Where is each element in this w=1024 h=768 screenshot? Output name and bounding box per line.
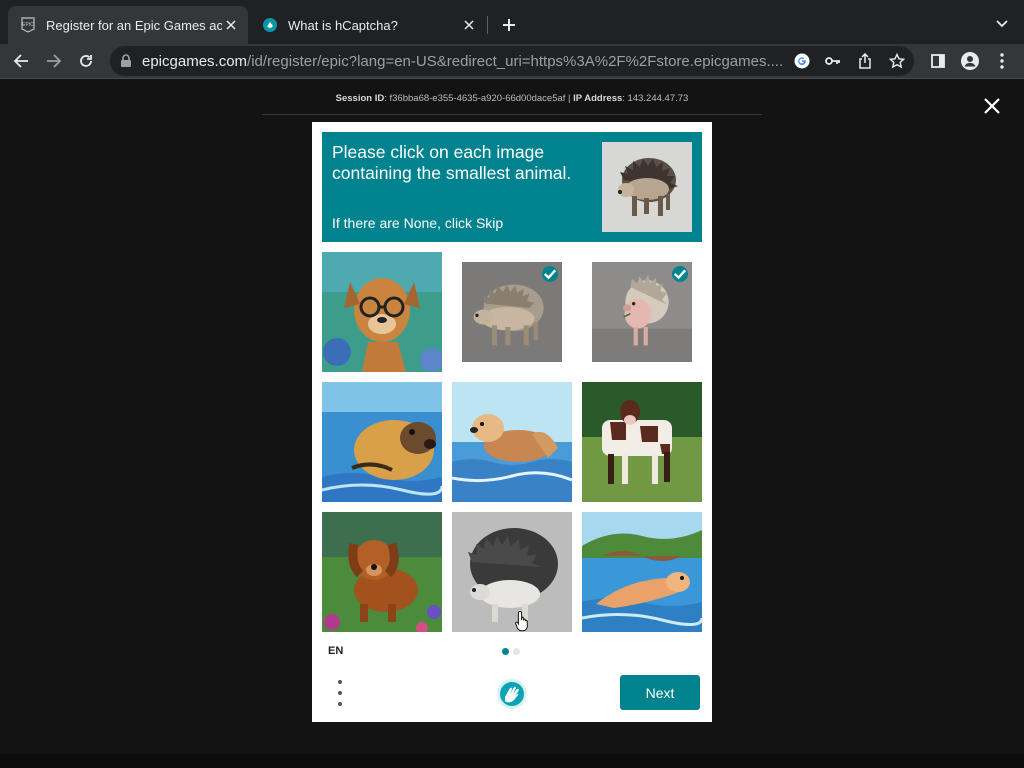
tab-what-is-hcaptcha[interactable]: What is hCaptcha? <box>250 6 486 44</box>
challenge-prompt: Please click on each image containing th… <box>322 132 702 242</box>
grid-image-cow-in-field[interactable] <box>582 382 702 502</box>
grid-image-dog-with-glasses[interactable] <box>322 252 442 372</box>
url-path: /id/register/epic?lang=en-US&redirect_ur… <box>247 53 784 70</box>
hand-cursor-icon <box>515 610 531 632</box>
hcaptcha-logo-icon[interactable] <box>495 677 529 711</box>
tab-divider <box>487 16 488 34</box>
next-button[interactable]: Next <box>620 675 700 710</box>
session-info: Session ID: f36bba68-e355-4635-a920-66d0… <box>0 93 1024 104</box>
selected-check-icon <box>542 266 558 282</box>
hcaptcha-icon <box>262 17 278 33</box>
epic-games-icon: EPIC <box>20 17 36 33</box>
grid-image-seal-swimming[interactable] <box>322 382 442 502</box>
page-indicator <box>502 648 526 656</box>
session-separator: | <box>565 93 574 104</box>
close-icon[interactable] <box>981 95 1003 117</box>
prompt-hint: If there are None, click Skip <box>332 215 504 231</box>
prompt-text: Please click on each image containing th… <box>332 142 572 183</box>
page-dot <box>513 648 520 655</box>
back-arrow-icon[interactable] <box>9 49 33 73</box>
page-content: Session ID: f36bba68-e355-4635-a920-66d0… <box>0 79 1024 768</box>
grid-image-hedgehog-standing[interactable] <box>582 252 702 372</box>
more-options-icon[interactable] <box>332 680 348 706</box>
tab-title: Register for an Epic Games account <box>46 17 222 33</box>
key-icon[interactable] <box>824 52 842 70</box>
side-panel-icon[interactable] <box>928 51 948 71</box>
url-text: epicgames.com/id/register/epic?lang=en-U… <box>142 53 790 70</box>
kebab-menu-icon[interactable] <box>992 51 1012 71</box>
session-id-value: : f36bba68-e355-4635-a920-66d00dace5af <box>384 93 566 104</box>
grid-image-hedgehog-spiky[interactable] <box>452 512 572 632</box>
address-bar[interactable]: epicgames.com/id/register/epic?lang=en-U… <box>110 46 914 76</box>
grid-image-seal-on-water[interactable] <box>452 382 572 502</box>
google-icon[interactable] <box>793 52 811 70</box>
ip-address-value: : 143.244.47.73 <box>622 93 689 104</box>
ip-address-label: IP Address <box>573 93 623 104</box>
bookmark-star-icon[interactable] <box>888 52 906 70</box>
sample-image-hedgehog <box>602 142 692 232</box>
svg-text:EPIC: EPIC <box>22 22 34 28</box>
tab-search-chevron-icon[interactable] <box>992 14 1012 34</box>
selected-check-icon <box>672 266 688 282</box>
divider <box>262 114 762 115</box>
grid-image-seal-near-rocks[interactable] <box>582 512 702 632</box>
close-tab-icon[interactable] <box>460 16 478 34</box>
lock-icon[interactable] <box>120 54 132 68</box>
page-dot-active <box>502 648 509 655</box>
profile-avatar-icon[interactable] <box>960 51 980 71</box>
language-selector[interactable]: EN <box>328 645 343 657</box>
tab-strip: EPIC Register for an Epic Games account … <box>0 0 1024 44</box>
share-icon[interactable] <box>856 52 874 70</box>
page-footer-band <box>0 754 1024 768</box>
tab-title: What is hCaptcha? <box>288 17 398 33</box>
tab-register-epic[interactable]: EPIC Register for an Epic Games account <box>8 6 248 44</box>
grid-image-hedgehog-gray[interactable] <box>452 252 572 372</box>
grid-image-dog-in-flowers[interactable] <box>322 512 442 632</box>
session-id-label: Session ID <box>335 93 385 104</box>
browser-toolbar: epicgames.com/id/register/epic?lang=en-U… <box>0 44 1024 79</box>
forward-arrow-icon[interactable] <box>42 49 66 73</box>
url-host: epicgames.com <box>142 53 248 70</box>
hcaptcha-challenge: Please click on each image containing th… <box>312 122 712 722</box>
reload-icon[interactable] <box>74 49 98 73</box>
new-tab-icon[interactable] <box>498 14 520 36</box>
close-tab-icon[interactable] <box>222 16 240 34</box>
